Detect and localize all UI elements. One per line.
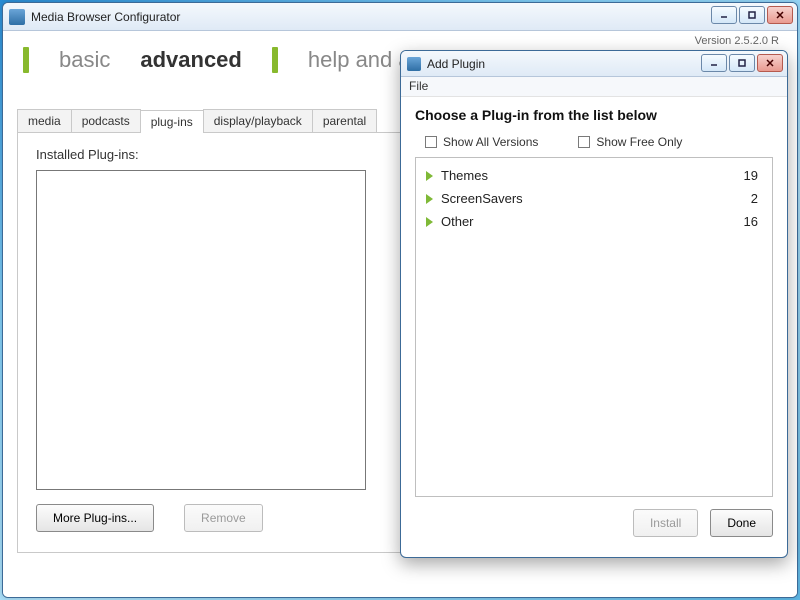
- category-label: ScreenSavers: [441, 191, 523, 206]
- tab-podcasts[interactable]: podcasts: [71, 109, 141, 132]
- category-count: 19: [744, 168, 758, 183]
- nav-advanced[interactable]: advanced: [140, 47, 242, 73]
- minimize-button[interactable]: [711, 6, 737, 24]
- category-label: Themes: [441, 168, 488, 183]
- dialog-title: Add Plugin: [427, 57, 485, 71]
- nav-separator-icon: [23, 47, 29, 73]
- category-other[interactable]: Other 16: [420, 210, 768, 233]
- window-controls: [711, 6, 793, 24]
- dialog-close-button[interactable]: [757, 54, 783, 72]
- expand-icon: [426, 171, 433, 181]
- tab-plugins[interactable]: plug-ins: [140, 110, 204, 133]
- nav-basic[interactable]: basic: [59, 47, 110, 73]
- app-icon: [9, 9, 25, 25]
- tab-display-playback[interactable]: display/playback: [203, 109, 313, 132]
- main-titlebar[interactable]: Media Browser Configurator: [3, 3, 797, 31]
- category-label: Other: [441, 214, 474, 229]
- dialog-menu-file[interactable]: File: [409, 79, 428, 93]
- dialog-body: Choose a Plug-in from the list below Sho…: [401, 97, 787, 549]
- show-all-versions-checkbox[interactable]: Show All Versions: [425, 135, 538, 149]
- plugin-category-list[interactable]: Themes 19 ScreenSavers 2 Other 16: [415, 157, 773, 497]
- dialog-menubar: File: [401, 77, 787, 97]
- show-free-only-label: Show Free Only: [596, 135, 682, 149]
- add-plugin-dialog: Add Plugin File Choose a Plug-in from th…: [400, 50, 788, 558]
- installed-plugins-listbox[interactable]: [36, 170, 366, 490]
- window-title: Media Browser Configurator: [31, 10, 180, 24]
- tab-media[interactable]: media: [17, 109, 72, 132]
- tab-parental[interactable]: parental: [312, 109, 377, 132]
- version-label: Version 2.5.2.0 R: [695, 35, 779, 47]
- dialog-window-controls: [701, 54, 783, 72]
- expand-icon: [426, 217, 433, 227]
- dialog-minimize-button[interactable]: [701, 54, 727, 72]
- category-themes[interactable]: Themes 19: [420, 164, 768, 187]
- dialog-app-icon: [407, 57, 421, 71]
- close-button[interactable]: [767, 6, 793, 24]
- show-all-versions-label: Show All Versions: [443, 135, 538, 149]
- expand-icon: [426, 194, 433, 204]
- show-free-only-checkbox[interactable]: Show Free Only: [578, 135, 682, 149]
- category-count: 2: [751, 191, 758, 206]
- dialog-button-row: Install Done: [415, 509, 773, 537]
- dialog-maximize-button[interactable]: [729, 54, 755, 72]
- remove-plugin-button: Remove: [184, 504, 263, 532]
- category-count: 16: [744, 214, 758, 229]
- maximize-button[interactable]: [739, 6, 765, 24]
- category-screensavers[interactable]: ScreenSavers 2: [420, 187, 768, 210]
- install-button: Install: [633, 509, 698, 537]
- more-plugins-button[interactable]: More Plug-ins...: [36, 504, 154, 532]
- dialog-heading: Choose a Plug-in from the list below: [415, 107, 773, 123]
- done-button[interactable]: Done: [710, 509, 773, 537]
- dialog-filter-row: Show All Versions Show Free Only: [415, 133, 773, 157]
- dialog-titlebar[interactable]: Add Plugin: [401, 51, 787, 77]
- checkbox-icon: [425, 136, 437, 148]
- nav-separator-icon: [272, 47, 278, 73]
- checkbox-icon: [578, 136, 590, 148]
